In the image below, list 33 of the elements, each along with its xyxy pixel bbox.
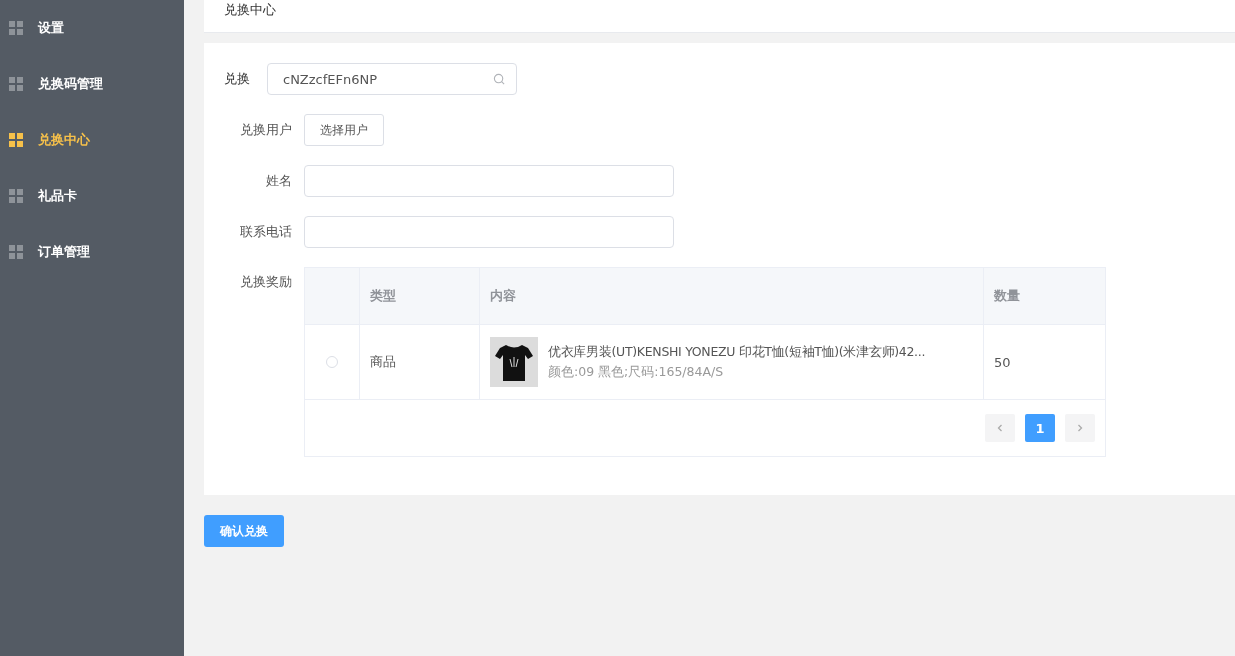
grid-icon	[9, 245, 23, 259]
table-cell: 商品	[370, 353, 396, 371]
grid-icon	[9, 21, 23, 35]
column-header: 内容	[490, 287, 516, 305]
phone-input-field[interactable]	[304, 216, 674, 248]
chevron-right-icon	[1075, 423, 1085, 433]
previous-page-button[interactable]	[985, 414, 1015, 442]
code-search-field[interactable]: cNZzcfEFn6NP	[267, 63, 517, 95]
t-shirt-drawing	[490, 337, 538, 387]
sidebar-item[interactable]: 订单管理	[0, 238, 184, 266]
select-user-button[interactable]: 选择用户	[304, 114, 384, 146]
sidebar-item[interactable]: 兑换码管理	[0, 70, 184, 98]
form-label: 兑换奖励	[239, 273, 293, 291]
column-header: 类型	[370, 287, 396, 305]
page-title: 兑换中心	[224, 1, 276, 19]
column-header: 数量	[994, 287, 1020, 305]
product-name: 优衣库男装(UT)KENSHI YONEZU 印花T恤(短袖T恤)(米津玄师)42...	[548, 343, 926, 361]
form-label: 联系电话	[239, 223, 293, 241]
form-label: 姓名	[265, 172, 293, 190]
search-icon	[493, 73, 506, 86]
sidebar-item[interactable]: 设置	[0, 14, 184, 42]
sidebar-item[interactable]: 兑换中心	[0, 126, 184, 154]
sidebar-item[interactable]: 礼品卡	[0, 182, 184, 210]
table-cell: 50	[994, 354, 1011, 370]
grid-icon	[9, 77, 23, 91]
chevron-left-icon	[995, 423, 1005, 433]
next-page-button[interactable]	[1065, 414, 1095, 442]
grid-icon	[9, 189, 23, 203]
grid-icon	[9, 133, 23, 147]
product-spec: 颜色:09 黑色;尺码:165/84A/S	[548, 363, 725, 381]
form-label: 兑换	[224, 70, 251, 88]
form-label: 兑换用户	[239, 121, 293, 139]
name-input-field[interactable]	[304, 165, 674, 197]
